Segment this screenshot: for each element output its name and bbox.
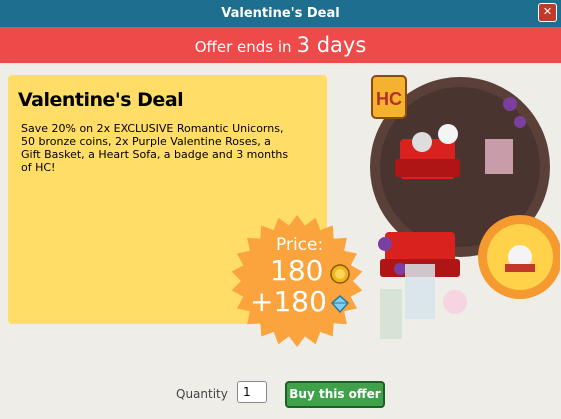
offer-timer-value: 3 days bbox=[296, 33, 367, 57]
unicorn-image bbox=[412, 132, 432, 152]
buy-offer-button[interactable]: Buy this offer bbox=[285, 381, 385, 408]
gift-basket-image bbox=[485, 139, 513, 174]
price-diamonds: +180 bbox=[250, 285, 327, 318]
close-button[interactable]: ✕ bbox=[538, 3, 557, 22]
offer-title: Valentine's Deal bbox=[18, 89, 184, 111]
offer-description: Save 20% on 2x EXCLUSIVE Romantic Unicor… bbox=[21, 122, 289, 174]
window-title: Valentine's Deal bbox=[221, 6, 340, 21]
quantity-input[interactable] bbox=[237, 381, 267, 403]
offer-timer-banner: Offer ends in 3 days bbox=[0, 27, 561, 63]
diamond-icon bbox=[330, 295, 350, 314]
credit-coin-icon bbox=[330, 264, 350, 284]
purple-rose-image bbox=[503, 97, 517, 111]
glass-vase-image bbox=[405, 264, 435, 319]
offer-illustration: HC bbox=[370, 75, 560, 339]
price-coins: 180 bbox=[270, 254, 324, 287]
unicorn-toy-image bbox=[443, 290, 467, 314]
hc-badge-text: HC bbox=[376, 89, 402, 109]
offer-timer-prefix: Offer ends in bbox=[194, 38, 292, 56]
price-label: Price: bbox=[276, 235, 324, 255]
window-titlebar: Valentine's Deal ✕ bbox=[0, 0, 561, 27]
close-icon: ✕ bbox=[542, 5, 553, 18]
quantity-label: Quantity bbox=[176, 387, 228, 401]
